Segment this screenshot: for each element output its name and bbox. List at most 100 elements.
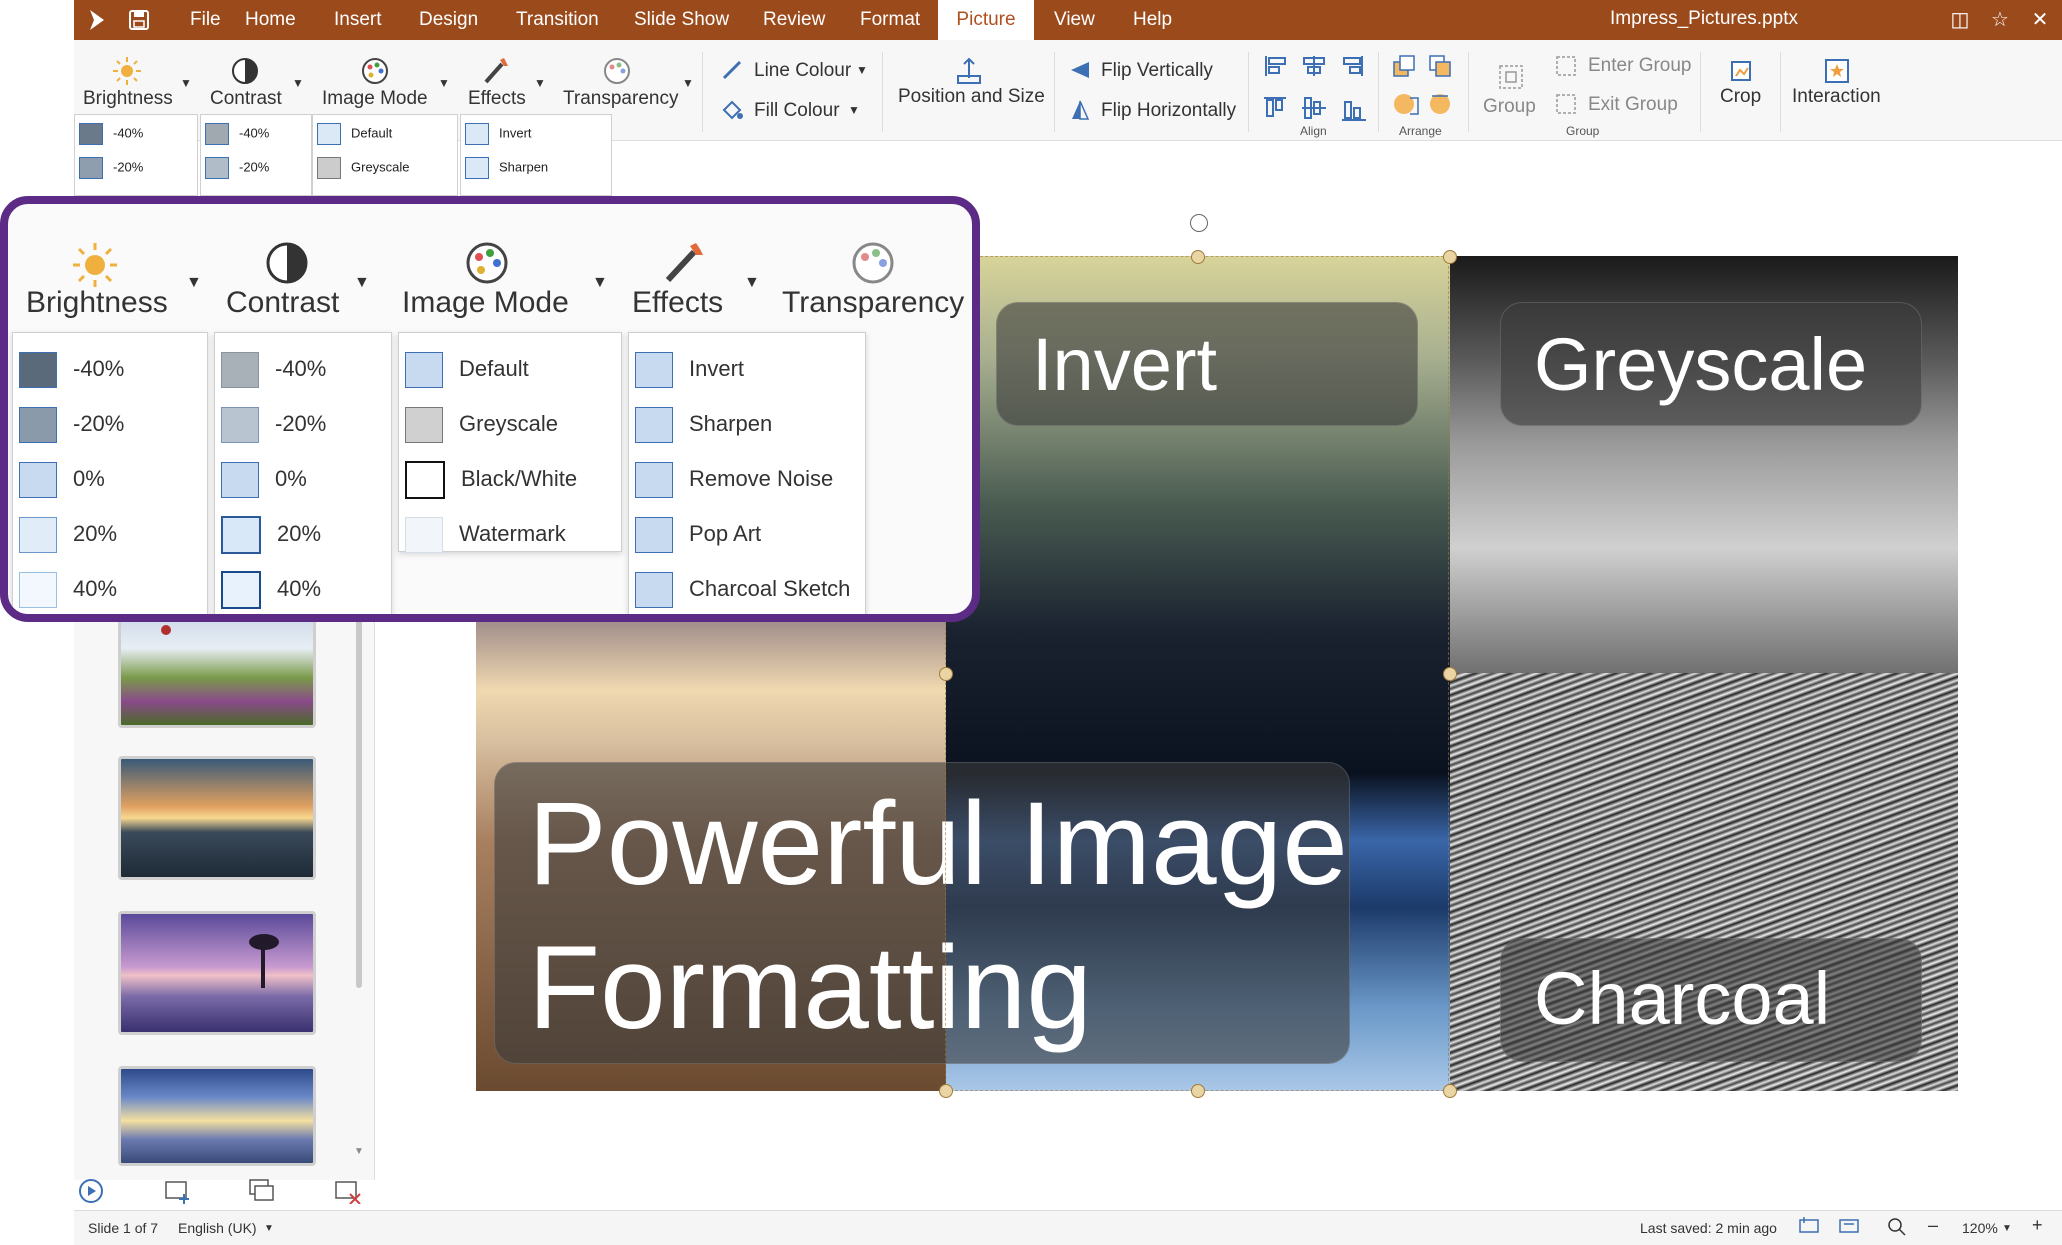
resize-handle[interactable]	[1191, 1084, 1205, 1098]
slide-thumbnail[interactable]	[118, 604, 316, 728]
play-slideshow-icon[interactable]	[78, 1178, 104, 1204]
slide-thumbnail[interactable]	[118, 756, 316, 880]
menu-picture[interactable]: Picture	[938, 0, 1034, 40]
outline-view-icon[interactable]	[1838, 1216, 1860, 1236]
resize-handle[interactable]	[1443, 250, 1457, 264]
zoom-dropdown-icon[interactable]: ▼	[2002, 1223, 2012, 1234]
slide-thumbnail[interactable]	[118, 1066, 316, 1166]
resize-handle[interactable]	[1443, 667, 1457, 681]
crop-icon[interactable]	[1726, 56, 1756, 86]
star-icon[interactable]: ☆	[1988, 8, 2012, 32]
effects-mini-item[interactable]: Invert	[465, 123, 532, 145]
menu-file[interactable]: File	[190, 0, 221, 40]
image-mode-dropdown-icon[interactable]: ▼	[438, 76, 450, 90]
fill-colour-icon[interactable]	[720, 98, 744, 122]
arrange-icons[interactable]	[1390, 52, 1454, 122]
effects-mini-item[interactable]: Sharpen	[465, 157, 548, 179]
enter-group-icon[interactable]	[1554, 54, 1578, 78]
menu-home[interactable]: Home	[245, 0, 296, 40]
effects-dropdown-icon[interactable]: ▼	[534, 76, 546, 90]
contrast-option[interactable]: 40%	[221, 567, 321, 611]
duplicate-slide-icon[interactable]	[248, 1178, 276, 1204]
exit-group-button[interactable]: Exit Group	[1588, 94, 1678, 116]
contrast-dropdown-icon[interactable]: ▼	[292, 76, 304, 90]
image-mode-option[interactable]: Black/White	[405, 457, 577, 501]
zoom-level[interactable]: 120%	[1962, 1220, 1998, 1236]
contrast-option[interactable]: -20%	[221, 402, 326, 446]
contrast-mini-item[interactable]: -20%	[205, 157, 269, 179]
transparency-icon[interactable]	[602, 56, 632, 86]
resize-handle[interactable]	[1191, 250, 1205, 264]
close-icon[interactable]: ✕	[2028, 8, 2052, 32]
brightness-mini-item[interactable]: -40%	[79, 123, 143, 145]
contrast-button[interactable]: Contrast	[210, 88, 282, 110]
effects-option[interactable]: Invert	[635, 347, 744, 391]
brightness-option[interactable]: -20%	[19, 402, 124, 446]
contrast-option[interactable]: -40%	[221, 347, 326, 391]
new-slide-icon[interactable]	[164, 1178, 192, 1204]
exit-group-icon[interactable]	[1554, 92, 1578, 116]
group-button[interactable]: Group	[1483, 96, 1536, 118]
line-colour-button[interactable]: Line Colour	[754, 60, 851, 82]
flip-horizontally-icon[interactable]	[1068, 98, 1092, 122]
delete-slide-icon[interactable]	[334, 1178, 362, 1204]
transparency-dropdown-icon[interactable]: ▼	[682, 76, 694, 90]
resize-handle[interactable]	[939, 667, 953, 681]
interaction-button[interactable]: Interaction	[1792, 86, 1881, 108]
align-icons[interactable]	[1262, 52, 1372, 124]
normal-view-icon[interactable]	[1798, 1216, 1820, 1236]
group-icon[interactable]	[1496, 62, 1526, 92]
brightness-option[interactable]: -40%	[19, 347, 124, 391]
slide-thumbnail[interactable]	[118, 911, 316, 1035]
brightness-icon[interactable]	[112, 56, 142, 86]
sidebar-toggle-icon[interactable]: ◫	[1948, 8, 1972, 32]
brightness-option[interactable]: 20%	[19, 512, 117, 556]
resize-handle[interactable]	[1443, 1084, 1457, 1098]
image-mode-mini-item[interactable]: Greyscale	[317, 157, 410, 179]
zoom-in-button[interactable]: +	[2032, 1215, 2043, 1236]
image-mode-icon[interactable]	[360, 56, 390, 86]
language-selector[interactable]: English (UK)	[178, 1220, 257, 1236]
line-colour-icon[interactable]	[720, 58, 744, 82]
resize-handle[interactable]	[939, 1084, 953, 1098]
menu-insert[interactable]: Insert	[334, 0, 382, 40]
flip-vertically-icon[interactable]	[1068, 58, 1092, 82]
effects-option[interactable]: Remove Noise	[635, 457, 833, 501]
position-size-icon[interactable]	[954, 56, 984, 86]
save-icon[interactable]	[128, 9, 150, 31]
image-mode-mini-item[interactable]: Default	[317, 123, 392, 145]
contrast-option[interactable]: 0%	[221, 457, 307, 501]
effects-icon[interactable]	[480, 56, 510, 86]
brightness-button[interactable]: Brightness	[83, 88, 173, 110]
zoom-out-button[interactable]: –	[1928, 1215, 1938, 1236]
transparency-button[interactable]: Transparency	[563, 88, 678, 110]
flip-horizontally-button[interactable]: Flip Horizontally	[1101, 100, 1236, 122]
contrast-option[interactable]: 20%	[221, 512, 321, 556]
interaction-icon[interactable]	[1822, 56, 1852, 86]
menu-help[interactable]: Help	[1133, 0, 1172, 40]
image-mode-option[interactable]: Greyscale	[405, 402, 558, 446]
image-mode-button[interactable]: Image Mode	[322, 88, 428, 110]
zoom-fit-icon[interactable]	[1886, 1216, 1908, 1236]
contrast-mini-item[interactable]: -40%	[205, 123, 269, 145]
contrast-icon[interactable]	[230, 56, 260, 86]
menu-review[interactable]: Review	[763, 0, 825, 40]
effects-option[interactable]: Pop Art	[635, 512, 761, 556]
fill-colour-button[interactable]: Fill Colour	[754, 100, 840, 122]
language-dropdown-icon[interactable]: ▼	[264, 1223, 274, 1234]
enter-group-button[interactable]: Enter Group	[1588, 55, 1692, 77]
brightness-dropdown-icon[interactable]: ▼	[180, 76, 192, 90]
effects-option[interactable]: Sharpen	[635, 402, 772, 446]
effects-option[interactable]: Charcoal Sketch	[635, 567, 850, 611]
image-mode-option[interactable]: Default	[405, 347, 529, 391]
menu-format[interactable]: Format	[860, 0, 920, 40]
rotate-handle[interactable]	[1190, 214, 1208, 232]
line-colour-dropdown-icon[interactable]: ▼	[856, 63, 868, 77]
effects-button[interactable]: Effects	[468, 88, 526, 110]
menu-transition[interactable]: Transition	[516, 0, 599, 40]
slide-panel-scrollbar[interactable]	[356, 600, 362, 988]
image-mode-option[interactable]: Watermark	[405, 512, 566, 556]
brightness-option[interactable]: 0%	[19, 457, 105, 501]
brightness-mini-item[interactable]: -20%	[79, 157, 143, 179]
fill-colour-dropdown-icon[interactable]: ▼	[848, 103, 860, 117]
